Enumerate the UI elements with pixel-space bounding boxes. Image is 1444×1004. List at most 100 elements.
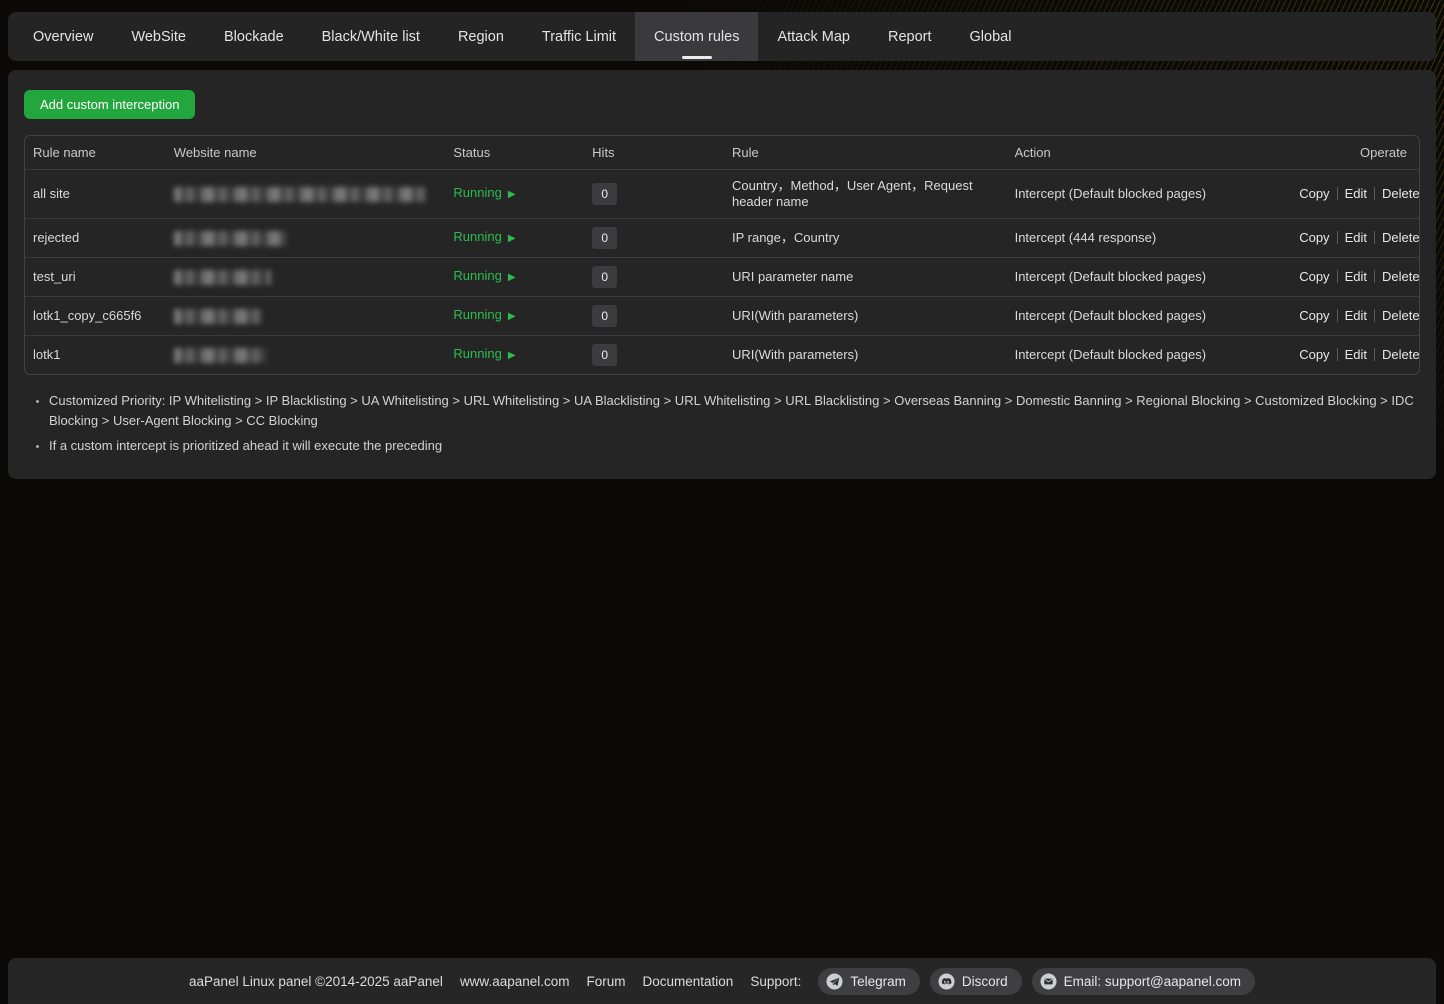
table-row: lotk1 Running▶ 0 URI(With parameters)Interc… (25, 336, 1419, 375)
tab-black-white-list[interactable]: Black/White list (303, 12, 439, 61)
support-button-discord[interactable]: Discord (930, 968, 1022, 995)
tab-global[interactable]: Global (951, 12, 1031, 61)
operate-divider (1337, 187, 1338, 200)
edit-link[interactable]: Edit (1345, 347, 1367, 362)
status-cell: Running▶ (445, 336, 584, 375)
tab-label: Custom rules (654, 29, 739, 45)
support-label: Support: (750, 974, 801, 989)
delete-link[interactable]: Delete (1382, 308, 1420, 323)
add-custom-interception-button[interactable]: Add custom interception (24, 90, 195, 119)
support-button-email[interactable]: Email: support@aapanel.com (1032, 968, 1255, 995)
website-name-redacted (174, 187, 426, 202)
support-button-telegram[interactable]: Telegram (818, 968, 920, 995)
email-icon (1040, 973, 1057, 990)
operate-divider (1337, 309, 1338, 322)
delete-link[interactable]: Delete (1382, 230, 1420, 245)
tab-label: Traffic Limit (542, 29, 616, 45)
footer-link-forum[interactable]: Forum (587, 974, 626, 989)
status-cell: Running▶ (445, 297, 584, 336)
custom-rules-panel: Add custom interception Rule nameWebsite… (8, 70, 1436, 479)
status-toggle[interactable]: Running▶ (453, 185, 515, 200)
discord-icon (938, 973, 955, 990)
hits-cell: 0 (584, 258, 724, 297)
column-header-status: Status (445, 136, 584, 170)
note-item: Customized Priority: IP Whitelisting > I… (49, 391, 1419, 431)
column-header-rule: Rule (724, 136, 1007, 170)
footer-link-www-aapanel-com[interactable]: www.aapanel.com (460, 974, 570, 989)
website-name-redacted (174, 231, 286, 246)
copy-link[interactable]: Copy (1299, 269, 1329, 284)
copy-link[interactable]: Copy (1299, 347, 1329, 362)
support-button-label: Telegram (850, 974, 906, 989)
rule-name-cell: all site (25, 170, 166, 219)
edit-link[interactable]: Edit (1345, 308, 1367, 323)
tab-attack-map[interactable]: Attack Map (758, 12, 869, 61)
hits-badge: 0 (592, 305, 617, 327)
rule-cell: IP range，Country (724, 219, 1007, 258)
rule-name-cell: rejected (25, 219, 166, 258)
tab-custom-rules[interactable]: Custom rules (635, 12, 758, 61)
action-cell: Intercept (Default blocked pages) (1007, 297, 1292, 336)
tab-label: Global (970, 29, 1012, 45)
tab-label: Region (458, 29, 504, 45)
notes-list: Customized Priority: IP Whitelisting > I… (24, 391, 1419, 456)
tab-overview[interactable]: Overview (14, 12, 112, 61)
edit-link[interactable]: Edit (1345, 186, 1367, 201)
footer-links: www.aapanel.com Forum Documentation (460, 974, 733, 989)
action-cell: Intercept (Default blocked pages) (1007, 258, 1292, 297)
hits-cell: 0 (584, 219, 724, 258)
note-item: If a custom intercept is prioritized ahe… (49, 436, 1419, 456)
hits-cell: 0 (584, 297, 724, 336)
delete-link[interactable]: Delete (1382, 347, 1420, 362)
footer-link-documentation[interactable]: Documentation (643, 974, 734, 989)
status-toggle[interactable]: Running▶ (453, 229, 515, 244)
website-name-redacted (174, 309, 262, 324)
rule-name-cell: lotk1 (25, 336, 166, 375)
play-icon: ▶ (508, 272, 516, 283)
status-toggle[interactable]: Running▶ (453, 268, 515, 283)
operate-divider (1374, 309, 1375, 322)
nav-tabs: OverviewWebSite Blockade Black/White list R… (14, 12, 1030, 61)
rule-cell: Country，Method，User Agent，Request header… (724, 170, 1007, 219)
status-toggle[interactable]: Running▶ (453, 307, 515, 322)
operate-cell: Copy Edit Delete (1291, 258, 1419, 297)
tab-report[interactable]: Report (869, 12, 951, 61)
action-cell: Intercept (Default blocked pages) (1007, 336, 1292, 375)
tab-region[interactable]: Region (439, 12, 523, 61)
rules-table: Rule nameWebsite nameStatusHitsRuleActio… (24, 135, 1420, 375)
operate-divider (1337, 231, 1338, 244)
play-icon: ▶ (508, 350, 516, 361)
column-header-operate: Operate (1291, 136, 1419, 170)
operate-divider (1337, 348, 1338, 361)
status-cell: Running▶ (445, 219, 584, 258)
footer: aaPanel Linux panel ©2014-2025 aaPanel w… (8, 958, 1436, 1004)
copy-link[interactable]: Copy (1299, 230, 1329, 245)
operate-divider (1337, 270, 1338, 283)
table-row: all siteRunning▶0Country，Method，User Age… (25, 170, 1419, 219)
tab-website[interactable]: WebSite (112, 12, 205, 61)
operate-divider (1374, 231, 1375, 244)
operate-divider (1374, 187, 1375, 200)
table-header-row: Rule nameWebsite nameStatusHitsRuleActio… (25, 136, 1419, 170)
delete-link[interactable]: Delete (1382, 186, 1420, 201)
rule-name-cell: lotk1_copy_c665f6 (25, 297, 166, 336)
copy-link[interactable]: Copy (1299, 186, 1329, 201)
status-toggle[interactable]: Running▶ (453, 346, 515, 361)
delete-link[interactable]: Delete (1382, 269, 1420, 284)
copy-link[interactable]: Copy (1299, 308, 1329, 323)
edit-link[interactable]: Edit (1345, 269, 1367, 284)
rule-cell: URI(With parameters) (724, 336, 1007, 375)
edit-link[interactable]: Edit (1345, 230, 1367, 245)
table-body: all siteRunning▶0Country，Method，User Age… (25, 170, 1419, 375)
website-name-cell (166, 170, 446, 219)
table-row: test_uriRunning▶0URI parameter nameInter… (25, 258, 1419, 297)
website-name-redacted (174, 348, 267, 363)
operate-divider (1374, 348, 1375, 361)
table-row: rejectedRunning▶0IP range，CountryInterce… (25, 219, 1419, 258)
tab-traffic-limit[interactable]: Traffic Limit (523, 12, 635, 61)
active-tab-indicator (682, 56, 712, 59)
tab-label: Blockade (224, 29, 284, 45)
tab-blockade[interactable]: Blockade (205, 12, 303, 61)
hits-badge: 0 (592, 344, 617, 366)
website-name-cell (166, 219, 446, 258)
